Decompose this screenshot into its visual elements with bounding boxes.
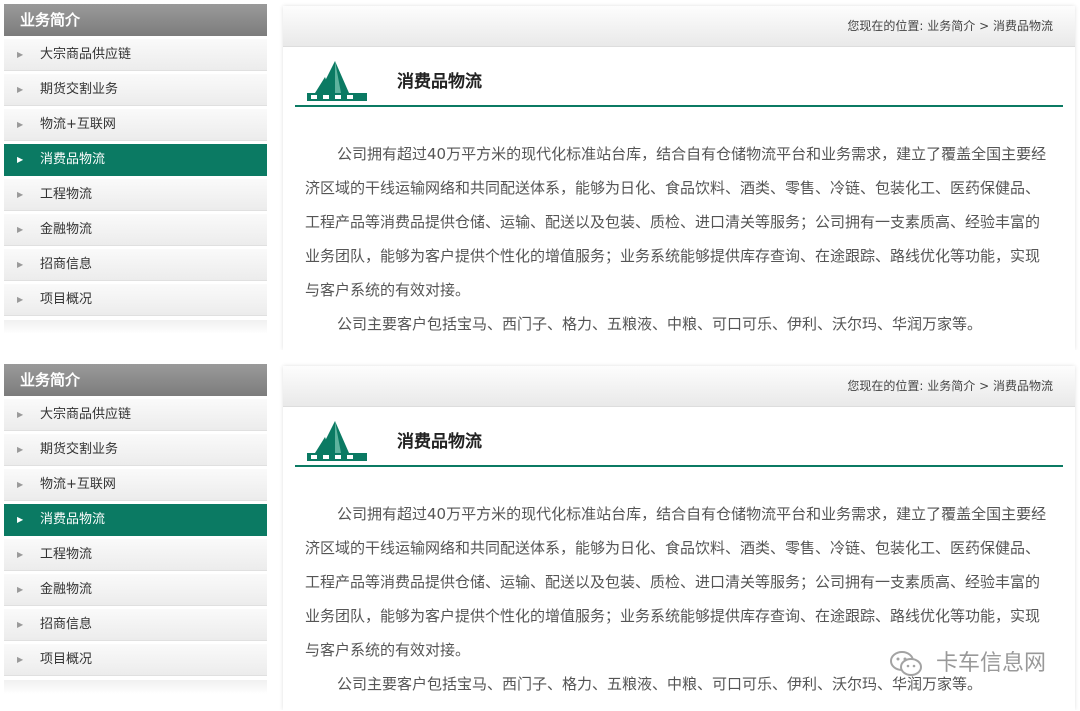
sidebar-item-label: 工程物流 xyxy=(40,187,93,202)
company-logo-icon xyxy=(307,61,367,101)
sidebar-item-logistics-internet[interactable]: ▶ 物流+互联网 xyxy=(4,469,267,501)
arrow-right-icon: ▶ xyxy=(17,225,24,234)
screenshot-panel-top: 业务简介 ▶ 大宗商品供应链 ▶ 期货交割业务 ▶ 物流+互联网 ▶ 消费品物流… xyxy=(0,0,1080,350)
arrow-right-icon: ▶ xyxy=(17,50,24,59)
arrow-right-icon: ▶ xyxy=(17,120,24,129)
breadcrumb-link-consumer-goods[interactable]: 消费品物流 xyxy=(993,379,1053,393)
arrow-right-icon: ▶ xyxy=(17,410,24,419)
arrow-right-icon: ▶ xyxy=(17,620,24,629)
sidebar-item-consumer-goods-logistics[interactable]: ▶ 消费品物流 xyxy=(4,504,267,536)
company-logo-icon xyxy=(307,421,367,461)
content-panel: 您现在的位置: 业务简介 > 消费品物流 消费品物流 公司拥有超过40万平方米的… xyxy=(283,6,1075,350)
breadcrumb: 您现在的位置: 业务简介 > 消费品物流 xyxy=(283,366,1075,407)
sidebar-item-financial-logistics[interactable]: ▶ 金融物流 xyxy=(4,574,267,606)
sidebar-item-financial-logistics[interactable]: ▶ 金融物流 xyxy=(4,214,267,246)
page-title: 消费品物流 xyxy=(397,72,482,92)
sidebar-item-label: 物流+互联网 xyxy=(40,117,116,132)
sidebar-item-label: 项目概况 xyxy=(40,652,93,667)
sidebar-item-project-overview[interactable]: ▶ 项目概况 xyxy=(4,284,267,316)
page-title: 消费品物流 xyxy=(397,432,482,452)
breadcrumb-separator: > xyxy=(979,379,990,393)
sidebar-footer xyxy=(4,680,267,694)
sidebar-item-label: 消费品物流 xyxy=(40,512,106,527)
sidebar-item-commodity-supply-chain[interactable]: ▶ 大宗商品供应链 xyxy=(4,399,267,431)
content-paragraph: 公司拥有超过40万平方米的现代化标准站台库，结合自有仓储物流平台和业务需求，建立… xyxy=(305,505,1047,659)
watermark: 卡车信息网 xyxy=(889,646,1046,682)
sidebar-title: 业务简介 xyxy=(4,364,267,396)
content-header: 消费品物流 xyxy=(295,407,1063,467)
sidebar-item-engineering-logistics[interactable]: ▶ 工程物流 xyxy=(4,179,267,211)
arrow-right-icon: ▶ xyxy=(17,515,24,524)
sidebar-item-investment-info[interactable]: ▶ 招商信息 xyxy=(4,609,267,641)
sidebar-item-label: 大宗商品供应链 xyxy=(40,407,132,422)
breadcrumb-prefix: 您现在的位置: xyxy=(847,379,924,393)
sidebar-item-label: 工程物流 xyxy=(40,547,93,562)
sidebar-item-label: 消费品物流 xyxy=(40,152,106,167)
sidebar-item-label: 大宗商品供应链 xyxy=(40,47,132,62)
arrow-right-icon: ▶ xyxy=(17,585,24,594)
arrow-right-icon: ▶ xyxy=(17,155,24,164)
content-body: 公司拥有超过40万平方米的现代化标准站台库，结合自有仓储物流平台和业务需求，建立… xyxy=(283,107,1075,341)
sidebar-item-label: 金融物流 xyxy=(40,582,93,597)
sidebar-title: 业务简介 xyxy=(4,4,267,36)
sidebar-item-label: 招商信息 xyxy=(40,617,93,632)
arrow-right-icon: ▶ xyxy=(17,480,24,489)
breadcrumb-prefix: 您现在的位置: xyxy=(847,19,924,33)
breadcrumb-link-consumer-goods[interactable]: 消费品物流 xyxy=(993,19,1053,33)
arrow-right-icon: ▶ xyxy=(17,655,24,664)
sidebar-item-label: 期货交割业务 xyxy=(40,442,119,457)
breadcrumb-link-business-intro[interactable]: 业务简介 xyxy=(927,379,975,393)
sidebar-item-futures-delivery[interactable]: ▶ 期货交割业务 xyxy=(4,434,267,466)
arrow-right-icon: ▶ xyxy=(17,190,24,199)
sidebar-item-label: 物流+互联网 xyxy=(40,477,116,492)
sidebar-item-label: 期货交割业务 xyxy=(40,82,119,97)
content-header: 消费品物流 xyxy=(295,47,1063,107)
sidebar-item-investment-info[interactable]: ▶ 招商信息 xyxy=(4,249,267,281)
sidebar: 业务简介 ▶ 大宗商品供应链 ▶ 期货交割业务 ▶ 物流+互联网 ▶ 消费品物流… xyxy=(4,4,267,334)
sidebar-item-label: 招商信息 xyxy=(40,257,93,272)
sidebar-item-futures-delivery[interactable]: ▶ 期货交割业务 xyxy=(4,74,267,106)
sidebar-item-engineering-logistics[interactable]: ▶ 工程物流 xyxy=(4,539,267,571)
sidebar-item-logistics-internet[interactable]: ▶ 物流+互联网 xyxy=(4,109,267,141)
sidebar-item-label: 项目概况 xyxy=(40,292,93,307)
wechat-icon xyxy=(889,651,922,676)
sidebar-item-project-overview[interactable]: ▶ 项目概况 xyxy=(4,644,267,676)
breadcrumb: 您现在的位置: 业务简介 > 消费品物流 xyxy=(283,6,1075,47)
breadcrumb-link-business-intro[interactable]: 业务简介 xyxy=(927,19,975,33)
arrow-right-icon: ▶ xyxy=(17,445,24,454)
arrow-right-icon: ▶ xyxy=(17,260,24,269)
arrow-right-icon: ▶ xyxy=(17,295,24,304)
sidebar-item-commodity-supply-chain[interactable]: ▶ 大宗商品供应链 xyxy=(4,39,267,71)
content-paragraph: 公司主要客户包括宝马、西门子、格力、五粮液、中粮、可口可乐、伊利、沃尔玛、华润万… xyxy=(337,315,983,333)
watermark-text: 卡车信息网 xyxy=(935,651,1046,676)
sidebar-footer xyxy=(4,320,267,334)
sidebar: 业务简介 ▶ 大宗商品供应链 ▶ 期货交割业务 ▶ 物流+互联网 ▶ 消费品物流… xyxy=(4,364,267,694)
sidebar-item-consumer-goods-logistics[interactable]: ▶ 消费品物流 xyxy=(4,144,267,176)
breadcrumb-separator: > xyxy=(979,19,990,33)
arrow-right-icon: ▶ xyxy=(17,550,24,559)
sidebar-item-label: 金融物流 xyxy=(40,222,93,237)
arrow-right-icon: ▶ xyxy=(17,85,24,94)
content-paragraph: 公司拥有超过40万平方米的现代化标准站台库，结合自有仓储物流平台和业务需求，建立… xyxy=(305,145,1047,299)
